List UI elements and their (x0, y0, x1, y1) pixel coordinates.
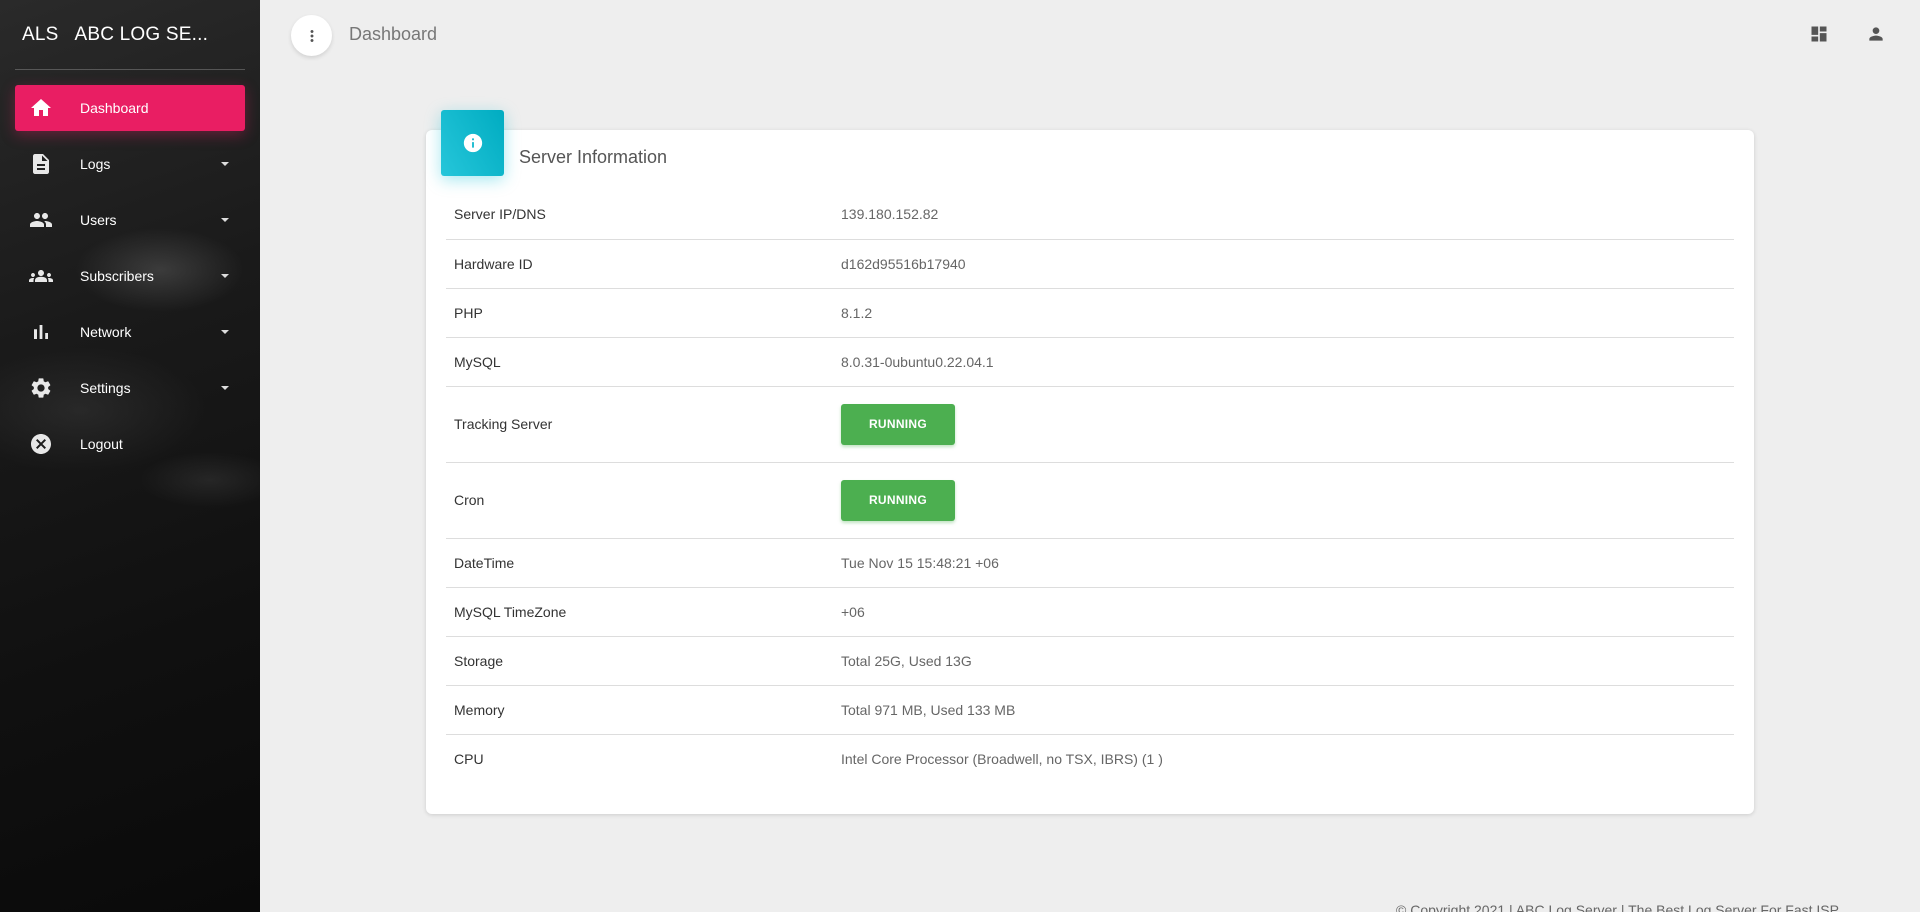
sidebar-item-label: Network (80, 324, 132, 340)
row-label: Storage (446, 636, 841, 686)
home-icon (29, 96, 53, 120)
row-label: CPU (454, 750, 484, 767)
row-value: d162d95516b17940 (841, 239, 1734, 289)
page-title: Dashboard (349, 24, 438, 44)
table-row: Hardware ID d162d95516b17940 (446, 239, 1734, 289)
gear-icon (29, 376, 53, 400)
table-row: Cron RUNNING (446, 462, 1734, 539)
cron-status-button[interactable]: RUNNING (841, 479, 955, 521)
users-icon (29, 208, 53, 232)
chevron-down-icon (221, 274, 229, 278)
sidebar-item-label: Subscribers (80, 268, 154, 284)
sidebar-item-label: Dashboard (80, 100, 149, 116)
sidebar-toggle-button[interactable] (291, 15, 332, 56)
sidebar-item-dashboard[interactable]: Dashboard (15, 85, 245, 131)
person-icon (1869, 27, 1883, 41)
table-row: MySQL 8.0.31-0ubuntu0.22.04.1 (446, 337, 1734, 387)
row-label: Tracking Server (446, 386, 841, 463)
dashboard-button[interactable] (1807, 22, 1831, 46)
row-value: +06 (841, 587, 1734, 637)
row-label: DateTime (446, 538, 841, 588)
groups-icon (29, 264, 53, 288)
card-header-icon (441, 110, 504, 176)
row-value: 139.180.152.82 (841, 190, 1734, 240)
row-value: Total 971 MB, Used 133 MB (841, 685, 1734, 735)
row-label: Cron (446, 462, 841, 539)
dashboard-grid-icon (1811, 26, 1827, 42)
row-label: Server IP/DNS (446, 190, 841, 240)
row-label: MySQL (446, 337, 841, 387)
row-value: Intel Core Processor (Broadwell, no TSX,… (841, 750, 1163, 767)
more-vertical-icon (310, 29, 313, 42)
brand[interactable]: ALS ABC LOG SE... (22, 24, 208, 46)
sidebar-item-subscribers[interactable]: Subscribers (15, 253, 245, 299)
sidebar-item-label: Settings (80, 380, 131, 396)
sidebar: ALS ABC LOG SE... Dashboard Logs Users S… (0, 0, 260, 912)
sidebar-item-logs[interactable]: Logs (15, 141, 245, 187)
row-value: RUNNING (841, 462, 1734, 539)
row-value: RUNNING (841, 386, 1734, 463)
sidebar-item-network[interactable]: Network (15, 309, 245, 355)
table-row: PHP 8.1.2 (446, 288, 1734, 338)
sidebar-item-logout[interactable]: Logout (15, 421, 245, 467)
chevron-down-icon (221, 162, 229, 166)
row-label: MySQL TimeZone (446, 587, 841, 637)
card-title: Server Information (519, 147, 668, 167)
row-value: 8.1.2 (841, 288, 1734, 338)
document-icon (29, 152, 53, 176)
table-row: Server IP/DNS 139.180.152.82 (446, 190, 1734, 240)
server-info-table: Server IP/DNS 139.180.152.82 Hardware ID… (446, 190, 1734, 783)
row-value: Tue Nov 15 15:48:21 +06 (841, 538, 1734, 588)
table-row: Storage Total 25G, Used 13G (446, 636, 1734, 686)
chevron-down-icon (221, 218, 229, 222)
bar-chart-icon (29, 320, 53, 344)
row-label: Hardware ID (446, 239, 841, 289)
sidebar-item-settings[interactable]: Settings (15, 365, 245, 411)
sidebar-nav: Dashboard Logs Users Subscribers Network… (15, 85, 245, 477)
table-row: DateTime Tue Nov 15 15:48:21 +06 (446, 538, 1734, 588)
row-label: Memory (446, 685, 841, 735)
chevron-down-icon (221, 386, 229, 390)
table-row: Tracking Server RUNNING (446, 386, 1734, 463)
row-value: Total 25G, Used 13G (841, 636, 1734, 686)
brand-full: ABC LOG SE... (74, 24, 209, 45)
table-row: CPU Intel Core Processor (Broadwell, no … (446, 734, 1734, 783)
table-row: MySQL TimeZone +06 (446, 587, 1734, 637)
user-profile-button[interactable] (1864, 22, 1888, 46)
brand-divider (15, 69, 245, 70)
row-label: PHP (446, 288, 841, 338)
sidebar-item-label: Logout (80, 436, 123, 452)
table-row: Memory Total 971 MB, Used 133 MB (446, 685, 1734, 735)
close-circle-icon (29, 432, 53, 456)
chevron-down-icon (221, 330, 229, 334)
footer-copyright: © Copyright 2021 | ABC Log Server | The … (1396, 902, 1839, 912)
sidebar-item-label: Logs (80, 156, 111, 172)
brand-mini: ALS (22, 24, 59, 45)
row-value: 8.0.31-0ubuntu0.22.04.1 (841, 337, 1734, 387)
sidebar-item-label: Users (80, 212, 117, 228)
info-icon (463, 133, 482, 153)
sidebar-item-users[interactable]: Users (15, 197, 245, 243)
tracking-server-status-button[interactable]: RUNNING (841, 403, 955, 445)
